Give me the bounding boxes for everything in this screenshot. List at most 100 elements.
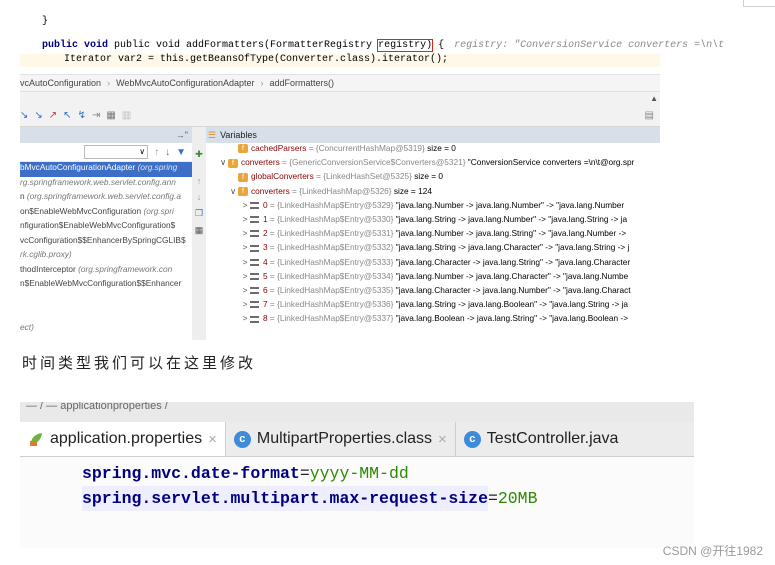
entry-icon <box>250 301 259 309</box>
frames-panel: →" ∨ ↑ ↓ ▼ bMvcAutoConfigurationAdapter … <box>20 127 193 340</box>
close-icon[interactable]: × <box>208 431 217 448</box>
filter-icon[interactable]: ▼ <box>176 147 186 158</box>
variable-row[interactable]: >5 = {LinkedHashMap$Entry@5334} "java.la… <box>206 271 660 285</box>
breadcrumb-item-class[interactable]: vcAutoConfiguration <box>20 78 101 88</box>
frames-header: →" <box>20 127 192 143</box>
step-out-icon[interactable]: ↖ <box>63 111 71 121</box>
code-line-iterator: Iterator var2 = this.getBeansOfType(Conv… <box>64 54 449 65</box>
move-up-icon[interactable]: ↑ <box>192 176 206 186</box>
field-icon: f <box>238 144 248 154</box>
variable-type: = {GenericConversionService$Converters@5… <box>279 157 468 168</box>
run-to-cursor-icon[interactable]: ⇥ <box>92 111 100 121</box>
layout-settings-icon[interactable]: ▤ <box>645 111 654 121</box>
down-arrow-icon[interactable]: ↓ <box>165 147 170 158</box>
panel-divider-strip: ▲ <box>20 92 660 106</box>
move-down-icon[interactable]: ↓ <box>192 192 206 202</box>
variables-header: ☰ Variables <box>206 127 660 143</box>
window-corner <box>743 0 775 7</box>
frame-item[interactable] <box>20 307 192 322</box>
entry-icon <box>250 258 259 266</box>
variable-row[interactable]: >7 = {LinkedHashMap$Entry@5336} "java.la… <box>206 299 660 313</box>
expand-arrow-icon[interactable]: > <box>240 242 250 252</box>
variable-row[interactable]: >8 = {LinkedHashMap$Entry@5337} "java.la… <box>206 313 660 327</box>
variable-value: "java.lang.Number -> java.lang.Character… <box>395 270 629 281</box>
tab-label: TestController.java <box>486 430 619 447</box>
field-icon: f <box>238 172 248 182</box>
frame-item[interactable]: n (org.springframework.web.servlet.confi… <box>20 191 192 206</box>
tab-test-controller[interactable]: c TestController.java <box>456 422 627 456</box>
properties-code[interactable]: spring.mvc.date-format=yyyy-MM-dd spring… <box>20 461 694 511</box>
variable-row[interactable]: f cachedParsers = {ConcurrentHashMap@5319… <box>206 143 660 157</box>
expand-arrow-icon[interactable]: ∨ <box>228 186 238 196</box>
expand-arrow-icon[interactable]: > <box>240 285 250 295</box>
expand-arrow-icon[interactable]: ∨ <box>218 157 228 167</box>
variable-row[interactable]: ∨ f converters = {LinkedHashMap@5326} size… <box>206 186 660 200</box>
close-icon[interactable]: × <box>438 431 447 448</box>
code-editor[interactable]: } public void public void addFormatters(… <box>20 10 724 68</box>
thread-dropdown[interactable]: ∨ <box>84 145 149 159</box>
pin-icon[interactable]: →" <box>176 130 188 140</box>
property-line[interactable]: spring.servlet.multipart.max-request-siz… <box>82 486 694 511</box>
evaluate-expression-icon[interactable]: ▦ <box>106 111 115 121</box>
variable-row[interactable]: >0 = {LinkedHashMap$Entry@5329} "java.la… <box>206 200 660 214</box>
variable-row[interactable]: >4 = {LinkedHashMap$Entry@5333} "java.la… <box>206 257 660 271</box>
expand-arrow-icon[interactable]: > <box>240 200 250 210</box>
entry-icon <box>250 216 259 224</box>
variable-name: converters <box>251 185 290 196</box>
variable-type: = {LinkedHashMap$Entry@5329} <box>267 199 396 210</box>
add-watch-icon[interactable]: ✚ <box>192 149 206 160</box>
expand-arrow-icon[interactable]: > <box>240 271 250 281</box>
property-equals: = <box>487 489 498 508</box>
frame-item[interactable]: bMvcAutoConfigurationAdapter (org.spring <box>20 162 192 177</box>
variable-type: = {LinkedHashMap$Entry@5331} <box>267 228 396 239</box>
breadcrumb-item-method[interactable]: addFormatters() <box>269 78 334 88</box>
expand-arrow-icon[interactable]: > <box>240 228 250 238</box>
frame-item[interactable]: rg.springframework.web.servlet.config.an… <box>20 177 192 192</box>
variable-row[interactable]: >6 = {LinkedHashMap$Entry@5335} "java.la… <box>206 285 660 299</box>
up-arrow-icon[interactable]: ↑ <box>154 147 159 158</box>
property-line[interactable]: spring.mvc.date-format=yyyy-MM-dd <box>82 461 694 486</box>
force-step-into-icon[interactable]: ↗ <box>49 111 57 121</box>
variable-type: = {ConcurrentHashMap@5319} <box>306 143 428 153</box>
step-into-icon[interactable]: ↘ <box>34 111 42 121</box>
variable-type: = {LinkedHashMap$Entry@5332} <box>267 242 396 253</box>
entry-icon <box>250 244 259 252</box>
field-icon: f <box>238 186 248 196</box>
copy-icon[interactable]: ❐ <box>192 208 206 219</box>
variable-row[interactable]: ∨ f converters = {GenericConversionService… <box>206 157 660 171</box>
frame-item[interactable]: thodInterceptor (org.springframework.con <box>20 264 192 279</box>
frame-item[interactable]: on$EnableWebMvcConfiguration (org.spri <box>20 206 192 221</box>
variable-type: = {LinkedHashMap$Entry@5330} <box>267 213 396 224</box>
variable-value: size = 0 <box>427 143 456 153</box>
expand-arrow-icon[interactable]: > <box>240 299 250 309</box>
expand-arrow-icon[interactable]: > <box>240 214 250 224</box>
breadcrumb-item-adapter[interactable]: WebMvcAutoConfigurationAdapter <box>116 78 254 88</box>
collapse-arrow-icon[interactable]: ▲ <box>650 94 658 103</box>
tab-multipart-properties[interactable]: c MultipartProperties.class × <box>226 422 456 456</box>
variable-row[interactable]: >3 = {LinkedHashMap$Entry@5332} "java.la… <box>206 242 660 256</box>
expand-arrow-icon[interactable]: > <box>240 313 250 323</box>
breadcrumb: vcAutoConfiguration › WebMvcAutoConfigur… <box>20 74 660 92</box>
expand-arrow-icon[interactable]: > <box>240 257 250 267</box>
step-over-icon[interactable]: ↘ <box>20 111 28 121</box>
frame-item[interactable] <box>20 293 192 308</box>
variable-row[interactable]: >2 = {LinkedHashMap$Entry@5331} "java.la… <box>206 228 660 242</box>
frame-item[interactable]: rk.cglib.proxy) <box>20 249 192 264</box>
variable-value: "java.lang.Boolean -> java.lang.String" … <box>395 313 629 324</box>
drop-frame-icon[interactable]: ↯ <box>78 111 86 121</box>
grid-icon[interactable]: ▥ <box>122 111 131 121</box>
frame-item[interactable]: n$EnableWebMvcConfiguration$$Enhancer <box>20 278 192 293</box>
variable-row[interactable]: >1 = {LinkedHashMap$Entry@5330} "java.la… <box>206 214 660 228</box>
variable-value: "java.lang.Number -> java.lang.String" -… <box>395 228 627 239</box>
spring-leaf-icon <box>30 433 42 446</box>
variables-panel: ☰ Variables f cachedParsers = {Concurrent… <box>206 127 660 340</box>
frame-item[interactable]: ect) <box>20 322 192 337</box>
entry-icon <box>250 230 259 238</box>
frame-item[interactable]: vcConfiguration$$EnhancerBySpringCGLIB$ <box>20 235 192 250</box>
tab-application-properties[interactable]: application.properties × <box>20 422 226 456</box>
watches-icon[interactable]: ▦ <box>192 225 206 236</box>
class-icon: c <box>463 430 481 448</box>
code-keywords: public void <box>42 40 115 51</box>
frame-item[interactable]: nfiguration$EnableWebMvcConfiguration$ <box>20 220 192 235</box>
variable-row[interactable]: f globalConverters = {LinkedHashSet@5325}… <box>206 171 660 185</box>
